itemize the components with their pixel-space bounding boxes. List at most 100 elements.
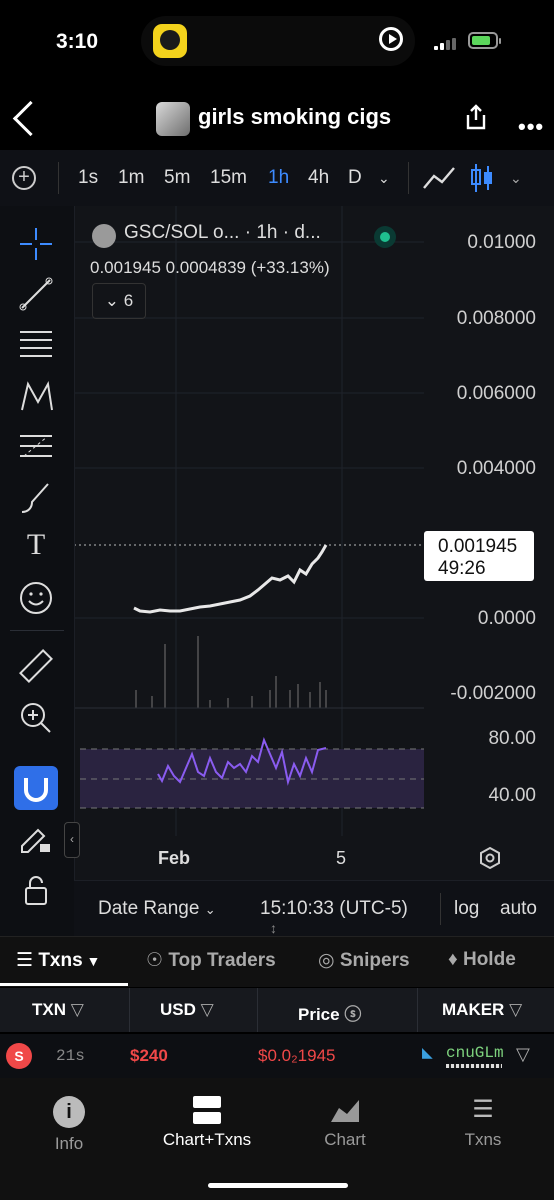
- tab-snipers-label: Snipers: [339, 950, 410, 971]
- candlestick-icon[interactable]: [468, 162, 496, 194]
- timeframe-1h[interactable]: 1h: [268, 167, 289, 189]
- pattern-icon[interactable]: [18, 378, 54, 414]
- chart-type-chevron-icon[interactable]: ⌄: [510, 170, 522, 187]
- column-price[interactable]: Price ⓢ: [298, 1000, 361, 1025]
- auto-scale-button[interactable]: auto: [500, 898, 537, 920]
- currency-toggle-icon: ⓢ: [344, 1005, 362, 1024]
- fib-lines-icon[interactable]: [18, 326, 54, 362]
- settings-icon[interactable]: [478, 846, 502, 870]
- tab-holders[interactable]: ♦ Holde: [448, 949, 516, 971]
- info-icon: i: [53, 1096, 85, 1128]
- battery-icon: [468, 32, 501, 49]
- sell-badge: S: [6, 1043, 32, 1069]
- add-indicator-icon[interactable]: +: [12, 166, 36, 190]
- price-axis-label: 0.004000: [456, 458, 536, 479]
- column-maker[interactable]: MAKER ▽: [442, 1000, 522, 1020]
- column-txn[interactable]: TXN ▽: [32, 1000, 84, 1020]
- timeframe-d[interactable]: D: [348, 167, 362, 189]
- line-chart-icon[interactable]: [422, 164, 456, 192]
- price-axis-label: 0.01000: [467, 232, 536, 253]
- magnet-icon: [24, 778, 48, 802]
- collapse-sidebar-button[interactable]: ‹: [64, 822, 80, 858]
- signal-icon: [434, 38, 460, 50]
- timeframe-1s[interactable]: 1s: [78, 167, 98, 189]
- timeframe-chevron-icon[interactable]: ⌄: [378, 170, 390, 187]
- text-tool-icon[interactable]: T: [18, 528, 54, 564]
- nav-chart[interactable]: Chart: [290, 1096, 400, 1150]
- area-chart-icon: [331, 1100, 359, 1122]
- magnet-button[interactable]: [14, 766, 58, 810]
- indicator-count: 6: [123, 291, 134, 310]
- more-icon[interactable]: •••: [518, 114, 544, 140]
- indicators-toggle[interactable]: ⌄ 6: [92, 283, 146, 319]
- time-axis-label: 5: [336, 848, 347, 868]
- home-indicator: [208, 1183, 348, 1188]
- txns-table-header: TXN ▽ USD ▽ Price ⓢ MAKER ▽: [0, 988, 554, 1032]
- date-range-button[interactable]: Date Range ⌄: [98, 898, 216, 920]
- diamond-icon: ♦: [448, 949, 463, 970]
- chart-toolbar: + 1s 1m 5m 15m 1h 4h D ⌄ ⌄: [0, 150, 554, 207]
- nav-chart-label: Chart: [324, 1130, 366, 1149]
- nav-info-label: Info: [54, 1134, 84, 1153]
- column-usd[interactable]: USD ▽: [160, 1000, 214, 1020]
- emoji-icon[interactable]: [18, 580, 54, 616]
- lock-drawing-icon[interactable]: [18, 820, 54, 856]
- trend-line-icon[interactable]: [18, 276, 54, 312]
- token-avatar: [156, 102, 190, 136]
- log-scale-button[interactable]: log: [454, 898, 479, 920]
- market-status-icon: [374, 226, 396, 248]
- txns-tab-bar: ☰ Txns ▼ ☉ Top Traders ◎ Snipers ♦ Holde: [0, 936, 554, 987]
- chart-clock: 15:10:33 (UTC-5): [260, 898, 408, 919]
- tab-top-traders[interactable]: ☉ Top Traders: [146, 949, 276, 972]
- back-icon[interactable]: [12, 100, 49, 137]
- filter-icon: ▽: [70, 1000, 84, 1019]
- medal-icon: ☉: [146, 950, 169, 971]
- crosshair-icon[interactable]: [18, 226, 54, 262]
- tab-txns[interactable]: ☰ Txns ▼: [16, 949, 100, 972]
- nav-txns-label: Txns: [464, 1130, 502, 1149]
- table-row[interactable]: S 21s $240 $0.0₂1945 ◣ cnuGLm ▽: [0, 1034, 554, 1078]
- date-range-label: Date Range: [98, 898, 200, 919]
- price-axis-label: 0.0000: [477, 608, 536, 629]
- timeframe-1m[interactable]: 1m: [118, 167, 144, 189]
- share-icon[interactable]: [464, 104, 488, 130]
- nav-info[interactable]: i Info: [14, 1096, 124, 1154]
- unlock-icon[interactable]: [18, 872, 54, 908]
- timeframe-5m[interactable]: 5m: [164, 167, 190, 189]
- resize-handle-icon[interactable]: ↕: [270, 920, 277, 936]
- split-view-icon: [193, 1096, 221, 1124]
- column-maker-label: MAKER: [442, 1000, 505, 1019]
- chevron-down-icon: ▼: [82, 953, 101, 969]
- timeframe-4h[interactable]: 4h: [308, 167, 329, 189]
- chevron-down-icon: ⌄: [104, 291, 124, 310]
- brush-icon[interactable]: [18, 480, 54, 516]
- current-price-tag: 0.001945 49:26: [424, 531, 534, 581]
- page-title: girls smoking cigs: [198, 104, 392, 129]
- filter-icon: ▽: [200, 1000, 214, 1019]
- status-time: 3:10: [56, 30, 99, 53]
- nav-txns[interactable]: ☰ Txns: [428, 1096, 538, 1150]
- pair-legend: GSC/SOL o... · 1h · d...: [124, 222, 321, 243]
- timeframe-15m[interactable]: 15m: [210, 167, 247, 189]
- tab-snipers[interactable]: ◎ Snipers: [318, 949, 410, 972]
- chevron-down-icon: ⌄: [204, 902, 216, 917]
- price-axis-label: 0.008000: [456, 308, 536, 329]
- time-axis-label: Feb: [158, 848, 191, 868]
- rsi-axis-label: 40.00: [488, 785, 536, 806]
- nav-chart-txns-label: Chart+Txns: [162, 1130, 252, 1149]
- maker-address[interactable]: cnuGLm: [446, 1044, 504, 1062]
- nav-chart-txns[interactable]: Chart+Txns: [152, 1096, 262, 1150]
- price-axis-label: -0.002000: [450, 683, 536, 704]
- filter-icon: ▽: [509, 1000, 523, 1019]
- filter-icon[interactable]: ▽: [516, 1044, 530, 1065]
- price-axis-label: 0.006000: [456, 383, 536, 404]
- column-usd-label: USD: [160, 1000, 196, 1019]
- maker-icon: ◣: [422, 1044, 433, 1060]
- projection-icon[interactable]: [18, 428, 54, 464]
- pair-avatar: [92, 224, 116, 248]
- ruler-icon[interactable]: [18, 648, 54, 684]
- candle-countdown: 49:26: [438, 558, 486, 579]
- dynamic-island: [141, 16, 415, 66]
- column-txn-label: TXN: [32, 1000, 66, 1019]
- zoom-in-icon[interactable]: [18, 700, 54, 736]
